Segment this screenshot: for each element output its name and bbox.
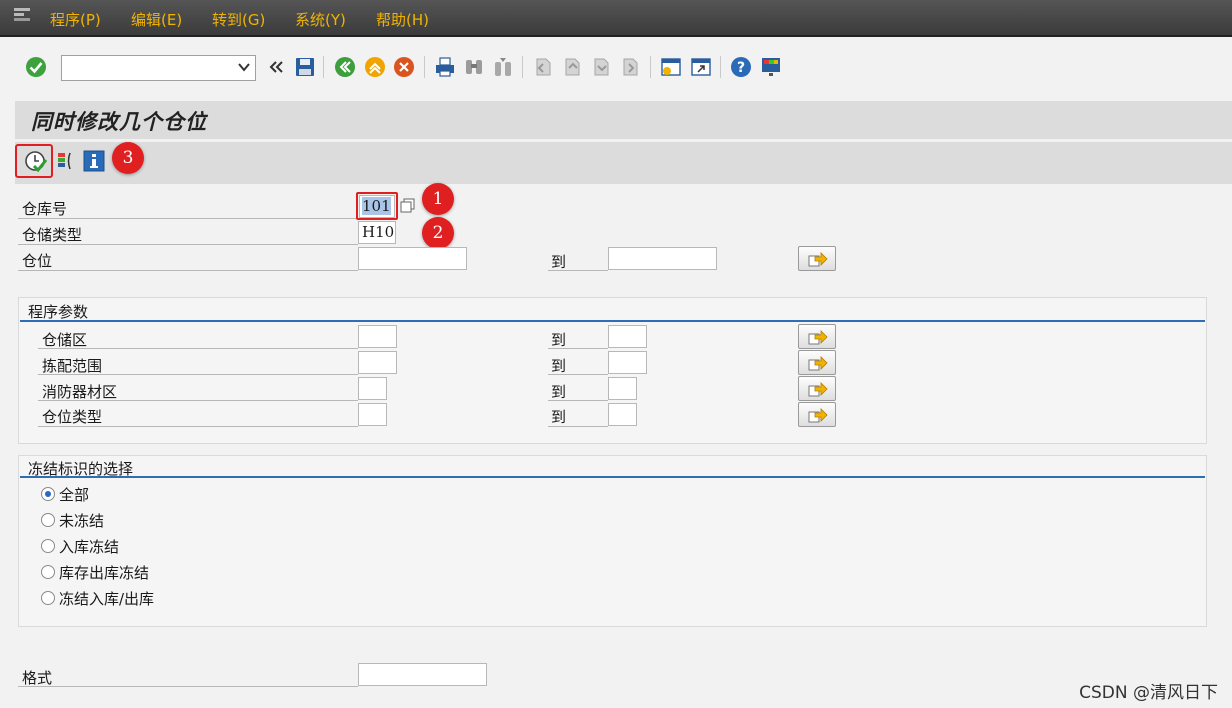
storage-section-from-field[interactable]	[358, 325, 397, 348]
first-page-icon[interactable]	[532, 56, 554, 78]
warehouse-number-value: 101	[362, 197, 391, 215]
customize-layout-icon[interactable]	[760, 56, 782, 78]
menu-edit[interactable]: 编辑(E)	[131, 9, 182, 30]
to-label: 到	[551, 253, 567, 271]
application-toolbar	[15, 142, 1232, 184]
svg-text:?: ?	[737, 60, 745, 76]
fire-area-to-field[interactable]	[608, 377, 637, 400]
next-page-icon[interactable]	[590, 56, 612, 78]
save-icon[interactable]	[294, 56, 316, 78]
info-icon[interactable]	[83, 150, 105, 172]
menu-bar: 程序(P) 编辑(E) 转到(G) 系统(Y) 帮助(H)	[0, 0, 1232, 37]
find-icon[interactable]	[463, 56, 485, 78]
multiple-selection-icon	[808, 356, 828, 371]
storage-section-to-field[interactable]	[608, 325, 647, 348]
previous-page-icon[interactable]	[561, 56, 583, 78]
page-title: 同时修改几个仓位	[31, 109, 207, 134]
multiple-selection-button[interactable]	[798, 324, 836, 349]
format-label: 格式	[22, 669, 53, 687]
help-icon[interactable]: ?	[730, 56, 752, 78]
annotation-badge-3: 3	[112, 142, 144, 174]
bin-type-to-field[interactable]	[608, 403, 637, 426]
multiple-selection-button[interactable]	[798, 246, 836, 271]
radio-stock-removal-frozen-label[interactable]: 库存出库冻结	[59, 562, 149, 583]
radio-stock-removal-frozen[interactable]	[41, 565, 55, 579]
radio-putaway-frozen-label[interactable]: 入库冻结	[59, 536, 119, 557]
command-field[interactable]	[61, 55, 256, 81]
storage-bin-label: 仓位	[22, 252, 53, 270]
annotation-badge-1: 1	[422, 183, 454, 215]
multiple-selection-button[interactable]	[798, 402, 836, 427]
execute-icon[interactable]	[24, 150, 48, 174]
multiple-selection-button[interactable]	[798, 376, 836, 401]
multiple-selection-button[interactable]	[798, 350, 836, 375]
fire-area-from-field[interactable]	[358, 377, 387, 400]
to-label: 到	[551, 357, 567, 375]
warehouse-number-label: 仓库号	[22, 200, 68, 218]
multiple-selection-icon	[808, 408, 828, 423]
radio-all-label[interactable]: 全部	[59, 484, 89, 505]
exit-icon[interactable]	[364, 56, 386, 78]
back-double-arrow-icon[interactable]	[265, 56, 287, 78]
radio-not-frozen[interactable]	[41, 513, 55, 527]
bin-type-from-field[interactable]	[358, 403, 387, 426]
storage-type-label: 仓储类型	[22, 226, 83, 244]
copy-icon[interactable]	[400, 198, 416, 214]
last-page-icon[interactable]	[619, 56, 641, 78]
freeze-indicator-group	[18, 455, 1207, 627]
storage-section-label: 仓储区	[42, 331, 88, 349]
storage-type-field[interactable]: H10	[358, 221, 396, 244]
watermark-text: CSDN @清风日下	[1079, 683, 1218, 703]
create-session-icon[interactable]	[660, 56, 682, 78]
generate-shortcut-icon[interactable]	[690, 56, 712, 78]
variant-list-icon[interactable]	[57, 151, 77, 171]
picking-area-from-field[interactable]	[358, 351, 397, 374]
format-field[interactable]	[358, 663, 487, 686]
chevron-down-icon[interactable]	[238, 60, 250, 74]
radio-putaway-frozen[interactable]	[41, 539, 55, 553]
cancel-icon[interactable]	[393, 56, 415, 78]
find-next-icon[interactable]	[492, 56, 514, 78]
radio-frozen-in-out[interactable]	[41, 591, 55, 605]
menu-program[interactable]: 程序(P)	[50, 9, 101, 30]
system-menu-icon[interactable]	[13, 7, 33, 23]
bin-type-label: 仓位类型	[42, 408, 103, 426]
back-icon[interactable]	[334, 56, 356, 78]
multiple-selection-icon	[808, 330, 828, 345]
fire-area-label: 消防器材区	[42, 383, 118, 401]
menu-goto[interactable]: 转到(G)	[212, 9, 265, 30]
storage-bin-to-field[interactable]	[608, 247, 717, 270]
enter-check-icon[interactable]	[25, 56, 47, 78]
picking-area-to-field[interactable]	[608, 351, 647, 374]
multiple-selection-icon	[808, 252, 828, 267]
radio-all[interactable]	[41, 487, 55, 501]
radio-frozen-in-out-label[interactable]: 冻结入库/出库	[59, 588, 154, 609]
annotation-badge-2: 2	[422, 217, 454, 249]
picking-area-label: 拣配范围	[42, 357, 103, 375]
radio-not-frozen-label[interactable]: 未冻结	[59, 510, 104, 531]
print-icon[interactable]	[434, 56, 456, 78]
menu-help[interactable]: 帮助(H)	[376, 9, 429, 30]
storage-bin-from-field[interactable]	[358, 247, 467, 270]
menu-system[interactable]: 系统(Y)	[295, 9, 346, 30]
to-label: 到	[551, 408, 567, 426]
to-label: 到	[551, 383, 567, 401]
multiple-selection-icon	[808, 382, 828, 397]
warehouse-number-field[interactable]: 101	[359, 195, 395, 218]
program-parameters-title: 程序参数	[28, 303, 89, 321]
to-label: 到	[551, 331, 567, 349]
